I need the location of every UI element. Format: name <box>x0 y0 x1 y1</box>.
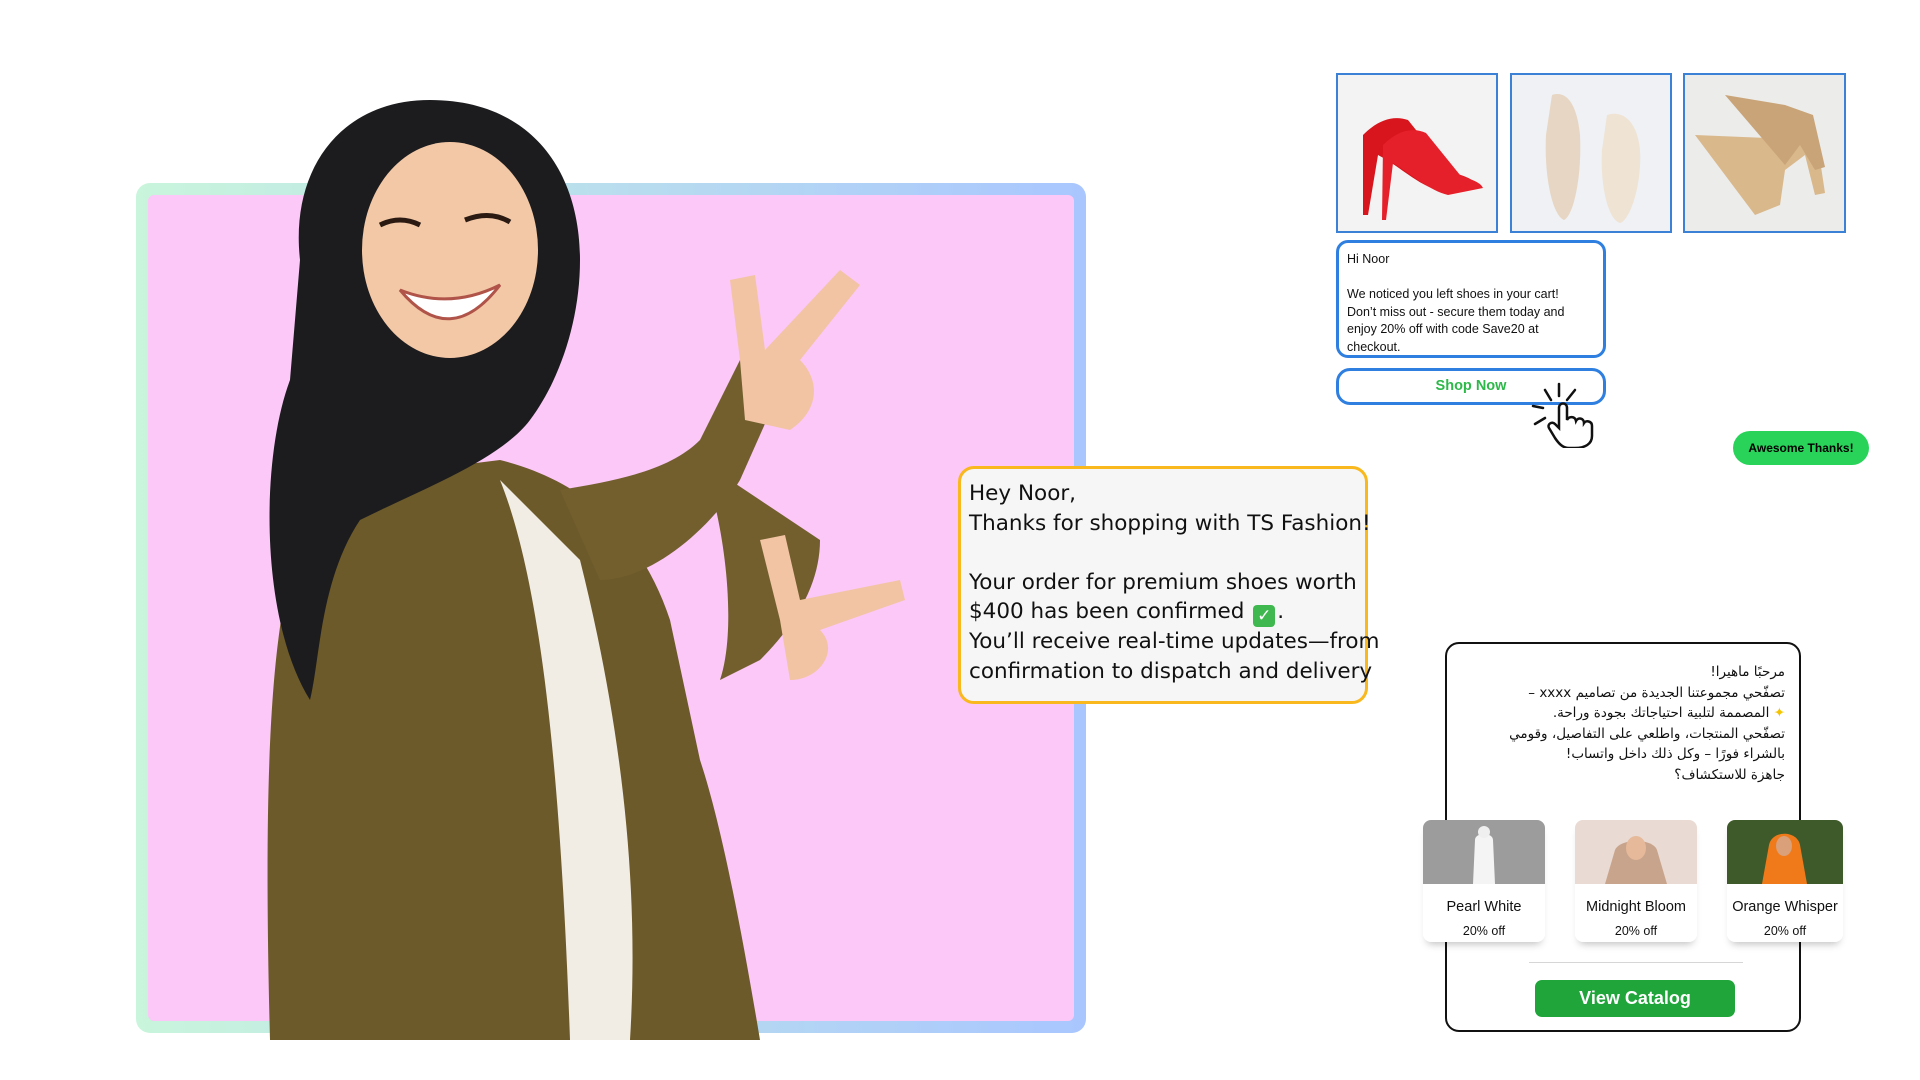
product-card-pearl-white[interactable]: Pearl White 20% off <box>1423 820 1545 942</box>
order-line-3: You’ll receive real-time updates—from <box>969 629 1380 654</box>
arabic-line-6: جاهزة للاستكشاف؟ <box>1674 766 1785 783</box>
arabic-line-3: ✦ المصممة لتلبية احتياجاتك بجودة وراحة. <box>1457 703 1785 724</box>
product-card-orange-whisper[interactable]: Orange Whisper 20% off <box>1727 820 1843 942</box>
cart-line-2: Don’t miss out - secure them today and <box>1347 304 1565 319</box>
cart-line-1: We noticed you left shoes in your cart! <box>1347 287 1559 301</box>
beige-heels-image[interactable] <box>1683 73 1846 233</box>
awesome-thanks-reply: Awesome Thanks! <box>1733 431 1869 465</box>
pointer-hand-icon <box>1531 382 1594 448</box>
arabic-line-2: تصفّحي مجموعتنا الجديدة من تصاميم xxxx – <box>1528 684 1785 701</box>
order-line-2-text: $400 has been confirmed <box>969 599 1245 624</box>
nude-flats-icon <box>1512 75 1670 231</box>
order-line-2: $400 has been confirmed ✓. <box>969 597 1357 627</box>
red-heels-icon <box>1338 75 1496 231</box>
nude-flats-image[interactable] <box>1510 73 1672 233</box>
product-name: Pearl White <box>1446 899 1522 915</box>
orange-whisper-photo <box>1727 820 1843 884</box>
cart-reminder-message: Hi Noor We noticed you left shoes in you… <box>1336 240 1606 358</box>
order-line-1: Your order for premium shoes worth <box>969 569 1357 595</box>
midnight-bloom-photo <box>1575 820 1697 884</box>
order-greeting: Hey Noor, <box>969 481 1077 506</box>
arabic-line-3-text: المصممة لتلبية احتياجاتك بجودة وراحة. <box>1552 705 1770 721</box>
view-catalog-button[interactable]: View Catalog <box>1535 980 1735 1017</box>
order-line-4: confirmation to dispatch and delivery <box>969 658 1373 684</box>
cart-line-3: enjoy 20% off with code Save20 at <box>1347 322 1539 336</box>
red-heels-image[interactable] <box>1336 73 1498 233</box>
order-thanks: Thanks for shopping with TS Fashion! <box>969 510 1371 536</box>
beige-heels-icon <box>1685 75 1844 231</box>
check-mark-icon: ✓ <box>1253 605 1276 627</box>
arabic-line-5: بالشراء فورًا – وكل ذلك داخل واتساب! <box>1565 746 1785 762</box>
model-photo <box>267 100 905 1040</box>
product-discount: 20% off <box>1614 924 1658 938</box>
product-name: Midnight Bloom <box>1586 899 1686 915</box>
cart-greeting: Hi Noor <box>1347 252 1390 266</box>
product-card-midnight-bloom[interactable]: Midnight Bloom 20% off <box>1575 820 1697 942</box>
pearl-white-photo <box>1423 820 1545 884</box>
product-name: Orange Whisper <box>1732 899 1838 915</box>
arabic-line-1: مرحبًا ماهيرا! <box>1710 664 1785 680</box>
arabic-message-text: مرحبًا ماهيرا! تصفّحي مجموعتنا الجديدة م… <box>1457 662 1785 785</box>
catalog-message: مرحبًا ماهيرا! تصفّحي مجموعتنا الجديدة م… <box>1423 642 1843 1032</box>
cart-line-4: checkout. <box>1347 339 1401 354</box>
arabic-line-4: تصفّحي المنتجات، واطلعي على التفاصيل، وق… <box>1509 725 1785 742</box>
product-discount: 20% off <box>1763 924 1807 938</box>
divider <box>1529 962 1743 963</box>
product-discount: 20% off <box>1462 924 1506 938</box>
order-line-2-end: . <box>1277 599 1285 624</box>
sparkle-icon: ✦ <box>1773 705 1785 721</box>
order-confirmation-message: Hey Noor, Thanks for shopping with TS Fa… <box>958 466 1380 704</box>
